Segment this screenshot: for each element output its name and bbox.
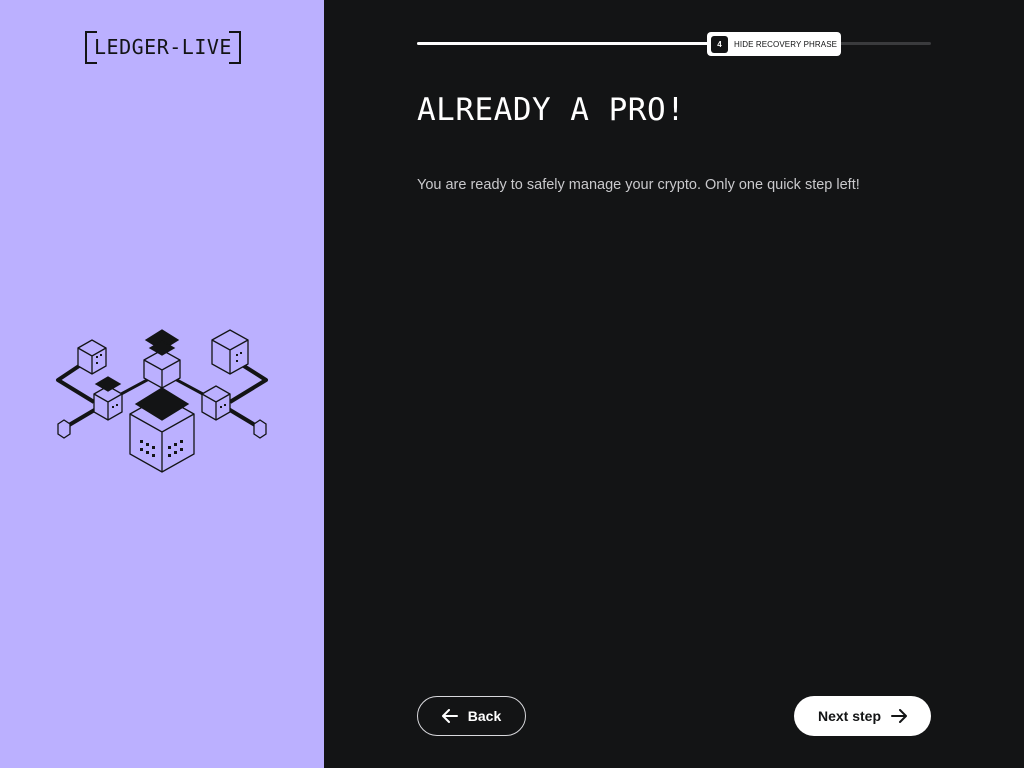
next-step-button-label: Next step — [817, 708, 882, 724]
arrow-left-icon — [441, 709, 458, 723]
back-button-label: Back — [467, 708, 502, 724]
onboarding-progress: 4 HIDE RECOVERY PHRASE — [417, 32, 931, 56]
current-step-indicator: 4 HIDE RECOVERY PHRASE — [707, 32, 842, 56]
step-number: 4 — [711, 35, 728, 53]
page-title: ALREADY A PRO! — [417, 92, 686, 128]
page-subtitle: You are ready to safely manage your cryp… — [417, 177, 860, 193]
next-step-button[interactable]: Next step — [794, 696, 931, 736]
arrow-right-icon — [891, 709, 908, 723]
illustration-panel: LEDGER-LIVE — [0, 0, 324, 768]
step-label: HIDE RECOVERY PHRASE — [734, 39, 838, 49]
progress-fill — [417, 42, 710, 45]
blockchain-network-illustration — [56, 329, 268, 473]
logo-text: LEDGER-LIVE — [94, 35, 232, 59]
back-button[interactable]: Back — [417, 696, 526, 736]
ledger-live-logo: LEDGER-LIVE — [85, 31, 241, 64]
